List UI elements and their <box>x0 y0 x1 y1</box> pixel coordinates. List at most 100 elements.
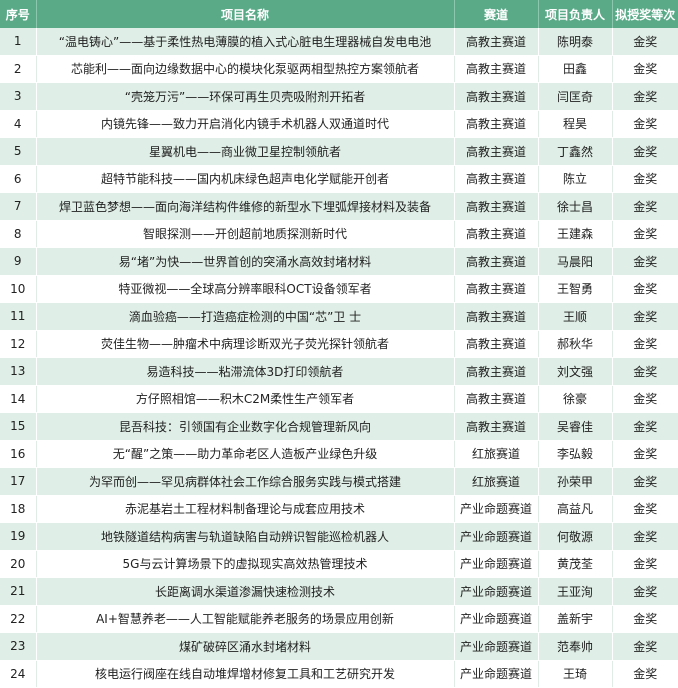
track: 高教主赛道 <box>454 110 539 138</box>
track: 高教主赛道 <box>454 192 539 221</box>
track: 产业命题赛道 <box>454 550 539 578</box>
table-row: 5 星翼机电——商业微卫星控制领航者 高教主赛道 丁鑫然 金奖 <box>0 137 678 166</box>
project-leader: 刘文强 <box>538 357 613 386</box>
project-leader: 田鑫 <box>538 55 613 83</box>
award-level: 金奖 <box>612 192 678 221</box>
table-row: 19 地铁隧道结构病害与轨道缺陷自动辨识智能巡检机器人 产业命题赛道 何敬源 金奖 <box>0 522 678 551</box>
project-name: 昆吾科技：引领国有企业数字化合规管理新风向 <box>36 412 455 441</box>
row-no: 19 <box>0 522 37 551</box>
award-level: 金奖 <box>612 412 678 441</box>
award-level: 金奖 <box>612 247 678 276</box>
table-row: 13 易造科技——粘滞流体3D打印领航者 高教主赛道 刘文强 金奖 <box>0 357 678 386</box>
project-leader: 王智勇 <box>538 275 613 303</box>
table-row: 18 赤泥基岩土工程材料制备理论与成套应用技术 产业命题赛道 高益凡 金奖 <box>0 495 678 523</box>
project-leader: 孙荣甲 <box>538 467 613 496</box>
track: 产业命题赛道 <box>454 660 539 688</box>
row-no: 15 <box>0 412 37 441</box>
award-level: 金奖 <box>612 632 678 661</box>
project-leader: 丁鑫然 <box>538 137 613 166</box>
table-row: 9 易“堵”为快——世界首创的突涌水高效封堵材料 高教主赛道 马晨阳 金奖 <box>0 247 678 276</box>
project-leader: 陈立 <box>538 165 613 193</box>
project-name: 方仔照相馆——积木C2M柔性生产领军者 <box>36 385 455 413</box>
project-name: “温电铸心”——基于柔性热电薄膜的植入式心脏电生理器械自发电电池 <box>36 28 455 56</box>
row-no: 20 <box>0 550 37 578</box>
table-row: 4 内镜先锋——致力开启消化内镜手术机器人双通道时代 高教主赛道 程昊 金奖 <box>0 110 678 138</box>
row-no: 23 <box>0 632 37 661</box>
award-level: 金奖 <box>612 137 678 166</box>
project-leader: 陈明泰 <box>538 28 613 56</box>
header-row: 序号 项目名称 赛道 项目负责人 拟授奖等次 <box>0 0 678 28</box>
track: 产业命题赛道 <box>454 577 539 606</box>
award-level: 金奖 <box>612 495 678 523</box>
row-no: 16 <box>0 440 37 468</box>
project-name: 特亚微视——全球高分辨率眼科OCT设备领军者 <box>36 275 455 303</box>
project-leader: 王建森 <box>538 220 613 248</box>
table-row: 1 “温电铸心”——基于柔性热电薄膜的植入式心脏电生理器械自发电电池 高教主赛道 陈明… <box>0 28 678 56</box>
table-row: 10 特亚微视——全球高分辨率眼科OCT设备领军者 高教主赛道 王智勇 金奖 <box>0 275 678 303</box>
track: 高教主赛道 <box>454 28 539 56</box>
project-leader: 程昊 <box>538 110 613 138</box>
award-level: 金奖 <box>612 550 678 578</box>
header-leader: 项目负责人 <box>538 0 613 28</box>
project-name: 超特节能科技——国内机床绿色超声电化学赋能开创者 <box>36 165 455 193</box>
project-name: 星翼机电——商业微卫星控制领航者 <box>36 137 455 166</box>
award-level: 金奖 <box>612 522 678 551</box>
award-level: 金奖 <box>612 220 678 248</box>
row-no: 5 <box>0 137 37 166</box>
project-leader: 盖新宇 <box>538 605 613 633</box>
award-level: 金奖 <box>612 440 678 468</box>
award-level: 金奖 <box>612 467 678 496</box>
project-name: 易造科技——粘滞流体3D打印领航者 <box>36 357 455 386</box>
project-name: 煤矿破碎区涌水封堵材料 <box>36 632 455 661</box>
project-leader: 吴睿佳 <box>538 412 613 441</box>
track: 高教主赛道 <box>454 357 539 386</box>
project-name: 5G与云计算场景下的虚拟现实高效热管理技术 <box>36 550 455 578</box>
project-name: 长距离调水渠道渗漏快速检测技术 <box>36 577 455 606</box>
award-level: 金奖 <box>612 302 678 331</box>
row-no: 14 <box>0 385 37 413</box>
row-no: 4 <box>0 110 37 138</box>
row-no: 2 <box>0 55 37 83</box>
project-leader: 王亚洵 <box>538 577 613 606</box>
project-name: 地铁隧道结构病害与轨道缺陷自动辨识智能巡检机器人 <box>36 522 455 551</box>
award-level: 金奖 <box>612 28 678 56</box>
table-body: 1 “温电铸心”——基于柔性热电薄膜的植入式心脏电生理器械自发电电池 高教主赛道 陈明… <box>0 28 678 688</box>
award-level: 金奖 <box>612 385 678 413</box>
table-row: 24 核电运行阀座在线自动堆焊增材修复工具和工艺研究开发 产业命题赛道 王琦 金奖 <box>0 660 678 688</box>
award-level: 金奖 <box>612 275 678 303</box>
project-leader: 李弘毅 <box>538 440 613 468</box>
award-level: 金奖 <box>612 165 678 193</box>
table-row: 21 长距离调水渠道渗漏快速检测技术 产业命题赛道 王亚洵 金奖 <box>0 577 678 606</box>
track: 高教主赛道 <box>454 55 539 83</box>
row-no: 13 <box>0 357 37 386</box>
track: 高教主赛道 <box>454 137 539 166</box>
row-no: 8 <box>0 220 37 248</box>
row-no: 3 <box>0 82 37 111</box>
table-row: 14 方仔照相馆——积木C2M柔性生产领军者 高教主赛道 徐豪 金奖 <box>0 385 678 413</box>
row-no: 7 <box>0 192 37 221</box>
project-name: 焊卫蓝色梦想——面向海洋结构件维修的新型水下埋弧焊接材料及装备 <box>36 192 455 221</box>
award-level: 金奖 <box>612 82 678 111</box>
table-row: 12 荧佳生物——肿瘤术中病理诊断双光子荧光探针领航者 高教主赛道 郝秋华 金奖 <box>0 330 678 358</box>
project-name: “壳笼万污”——环保可再生贝壳吸附剂开拓者 <box>36 82 455 111</box>
table-row: 15 昆吾科技：引领国有企业数字化合规管理新风向 高教主赛道 吴睿佳 金奖 <box>0 412 678 441</box>
track: 红旅赛道 <box>454 440 539 468</box>
project-name: 无“醒”之策——助力革命老区人造板产业绿色升级 <box>36 440 455 468</box>
project-name: 芯能利——面向边缘数据中心的模块化泵驱两相型热控方案领航者 <box>36 55 455 83</box>
track: 高教主赛道 <box>454 82 539 111</box>
award-level: 金奖 <box>612 577 678 606</box>
row-no: 21 <box>0 577 37 606</box>
project-leader: 何敬源 <box>538 522 613 551</box>
track: 产业命题赛道 <box>454 632 539 661</box>
row-no: 24 <box>0 660 37 688</box>
track: 高教主赛道 <box>454 247 539 276</box>
track: 高教主赛道 <box>454 220 539 248</box>
project-leader: 郝秋华 <box>538 330 613 358</box>
header-no: 序号 <box>0 0 37 28</box>
track: 高教主赛道 <box>454 330 539 358</box>
row-no: 9 <box>0 247 37 276</box>
project-leader: 高益凡 <box>538 495 613 523</box>
table-row: 16 无“醒”之策——助力革命老区人造板产业绿色升级 红旅赛道 李弘毅 金奖 <box>0 440 678 468</box>
award-level: 金奖 <box>612 110 678 138</box>
row-no: 18 <box>0 495 37 523</box>
